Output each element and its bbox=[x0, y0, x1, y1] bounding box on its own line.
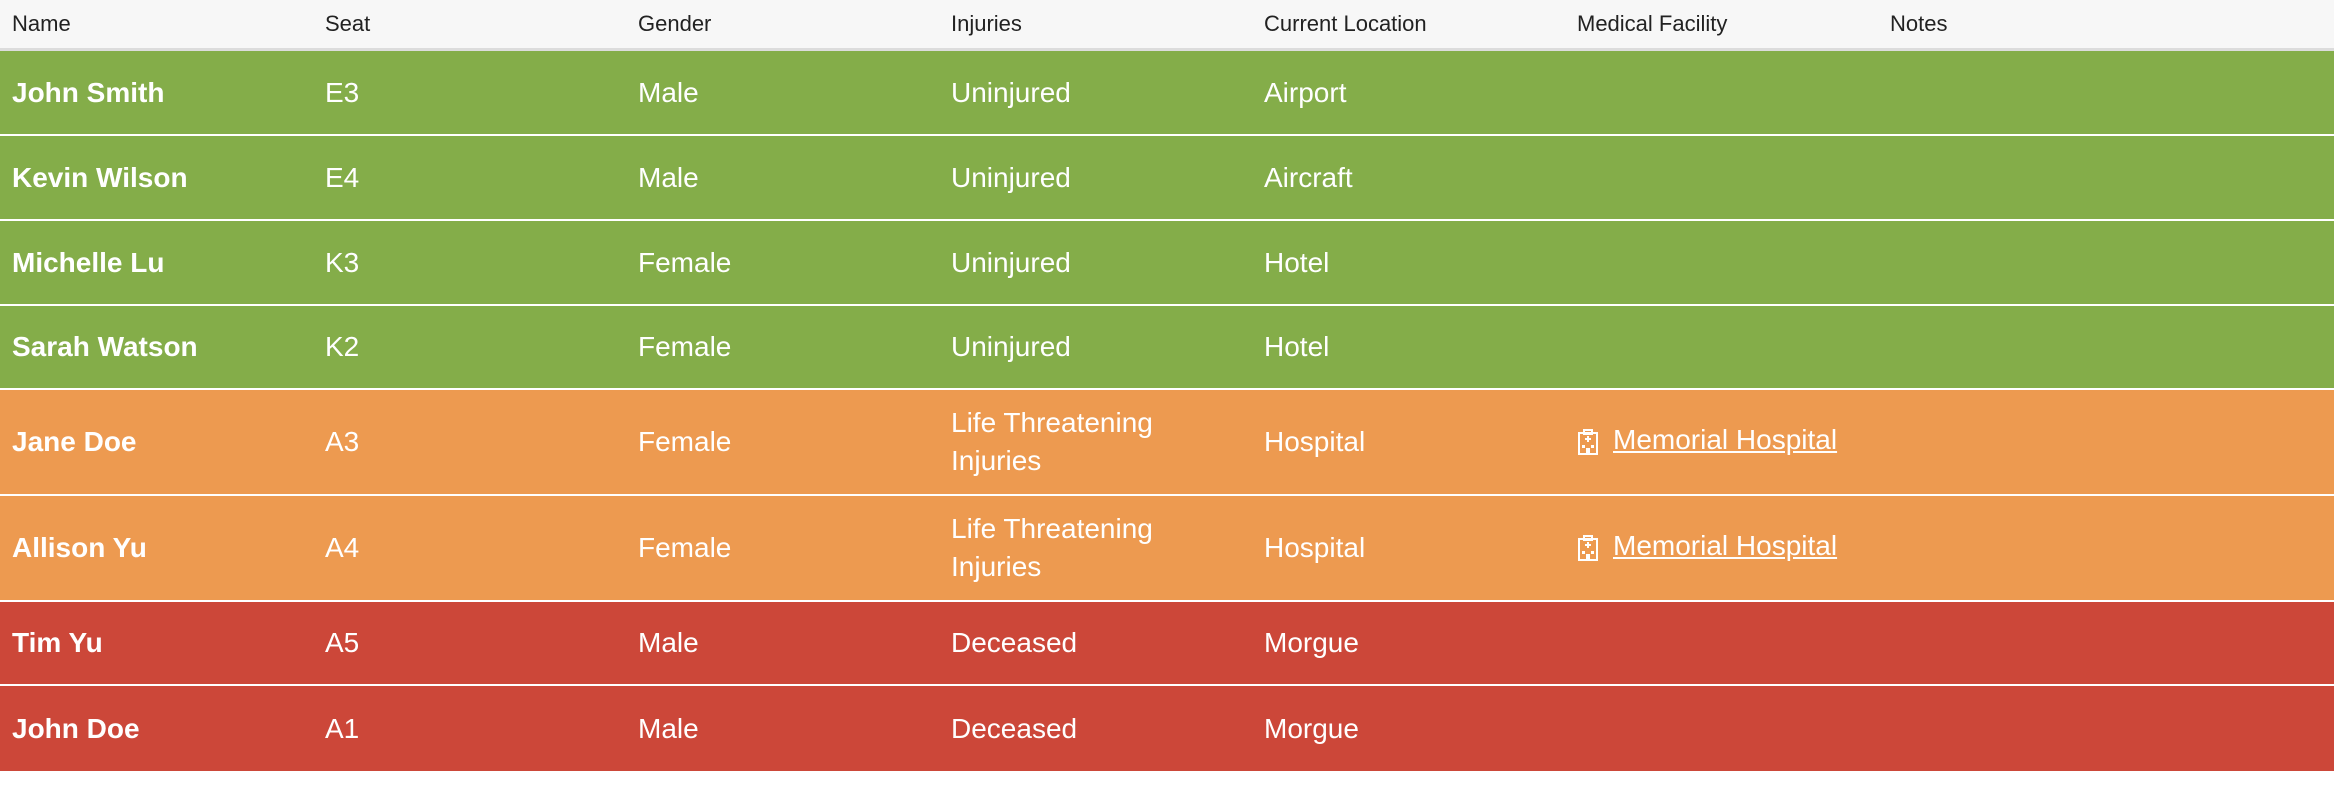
cell-name: Jane Doe bbox=[12, 426, 137, 457]
passenger-table: Name Seat Gender Injuries Current Locati… bbox=[0, 0, 2334, 773]
facility-link[interactable]: Memorial Hospital bbox=[1577, 421, 1837, 459]
table-row[interactable]: Sarah Watson K2 Female Uninjured Hotel bbox=[0, 306, 2334, 390]
column-header-gender[interactable]: Gender bbox=[638, 0, 711, 48]
cell-name: Kevin Wilson bbox=[12, 161, 188, 193]
cell-injuries: Life Threatening Injuries bbox=[951, 513, 1153, 582]
column-header-name[interactable]: Name bbox=[12, 0, 71, 48]
cell-injuries: Life Threatening Injuries bbox=[951, 407, 1153, 476]
cell-name: Sarah Watson bbox=[12, 331, 198, 362]
cell-injuries: Uninjured bbox=[951, 76, 1071, 108]
column-header-injuries[interactable]: Injuries bbox=[951, 0, 1022, 48]
cell-location: Morgue bbox=[1264, 627, 1359, 658]
cell-gender: Male bbox=[638, 712, 699, 744]
cell-gender: Female bbox=[638, 246, 732, 278]
cell-gender: Female bbox=[638, 532, 732, 563]
cell-name: John Smith bbox=[12, 76, 165, 108]
cell-injuries: Uninjured bbox=[951, 161, 1071, 193]
cell-location: Hotel bbox=[1264, 331, 1330, 362]
cell-seat: A1 bbox=[325, 712, 360, 744]
cell-seat: A5 bbox=[325, 627, 360, 658]
facility-link[interactable]: Memorial Hospital bbox=[1577, 527, 1837, 565]
hospital-icon bbox=[1577, 533, 1599, 561]
cell-injuries: Uninjured bbox=[951, 331, 1071, 362]
cell-location: Hospital bbox=[1264, 532, 1366, 563]
cell-name: Allison Yu bbox=[12, 532, 147, 563]
table-row[interactable]: Allison Yu A4 Female Life Threatening Injur… bbox=[0, 496, 2334, 602]
table-row[interactable]: Tim Yu A5 Male Deceased Morgue bbox=[0, 602, 2334, 686]
cell-location: Aircraft bbox=[1264, 161, 1353, 193]
cell-seat: K2 bbox=[325, 331, 360, 362]
cell-seat: E4 bbox=[325, 161, 360, 193]
table-row[interactable]: Jane Doe A3 Female Life Threatening Injurie… bbox=[0, 390, 2334, 496]
cell-injuries: Deceased bbox=[951, 627, 1078, 658]
cell-injuries: Uninjured bbox=[951, 246, 1071, 278]
cell-location: Airport bbox=[1264, 76, 1347, 108]
table-row[interactable]: John Smith E3 Male Uninjured Airport bbox=[0, 51, 2334, 136]
cell-location: Morgue bbox=[1264, 712, 1359, 744]
column-header-notes[interactable]: Notes bbox=[1890, 0, 1947, 48]
cell-location: Hospital bbox=[1264, 426, 1366, 457]
cell-facility: Memorial Hospital bbox=[1577, 496, 1837, 600]
cell-gender: Male bbox=[638, 627, 699, 658]
cell-gender: Male bbox=[638, 161, 699, 193]
column-header-facility[interactable]: Medical Facility bbox=[1577, 0, 1727, 48]
cell-name: Michelle Lu bbox=[12, 246, 165, 278]
cell-seat: E3 bbox=[325, 76, 360, 108]
table-row[interactable]: Michelle Lu K3 Female Uninjured Hotel bbox=[0, 221, 2334, 306]
cell-seat: A3 bbox=[325, 426, 360, 457]
table-body: John Smith E3 Male Uninjured Airport Kevin Wi… bbox=[0, 51, 2334, 773]
cell-location: Hotel bbox=[1264, 246, 1330, 278]
cell-gender: Female bbox=[638, 331, 732, 362]
table-row[interactable]: Kevin Wilson E4 Male Uninjured Aircraft bbox=[0, 136, 2334, 221]
cell-name: John Doe bbox=[12, 712, 140, 744]
cell-injuries: Deceased bbox=[951, 712, 1078, 744]
facility-label: Memorial Hospital bbox=[1613, 530, 1838, 561]
cell-facility: Memorial Hospital bbox=[1577, 390, 1837, 494]
cell-gender: Male bbox=[638, 76, 699, 108]
cell-name: Tim Yu bbox=[12, 627, 103, 658]
column-header-location[interactable]: Current Location bbox=[1264, 0, 1427, 48]
cell-seat: A4 bbox=[325, 532, 360, 563]
hospital-icon bbox=[1577, 427, 1599, 455]
cell-seat: K3 bbox=[325, 246, 360, 278]
cell-gender: Female bbox=[638, 426, 732, 457]
table-row[interactable]: John Doe A1 Male Deceased Morgue bbox=[0, 686, 2334, 773]
column-header-seat[interactable]: Seat bbox=[325, 0, 370, 48]
facility-label: Memorial Hospital bbox=[1613, 424, 1838, 455]
table-header: Name Seat Gender Injuries Current Locati… bbox=[0, 0, 2334, 51]
